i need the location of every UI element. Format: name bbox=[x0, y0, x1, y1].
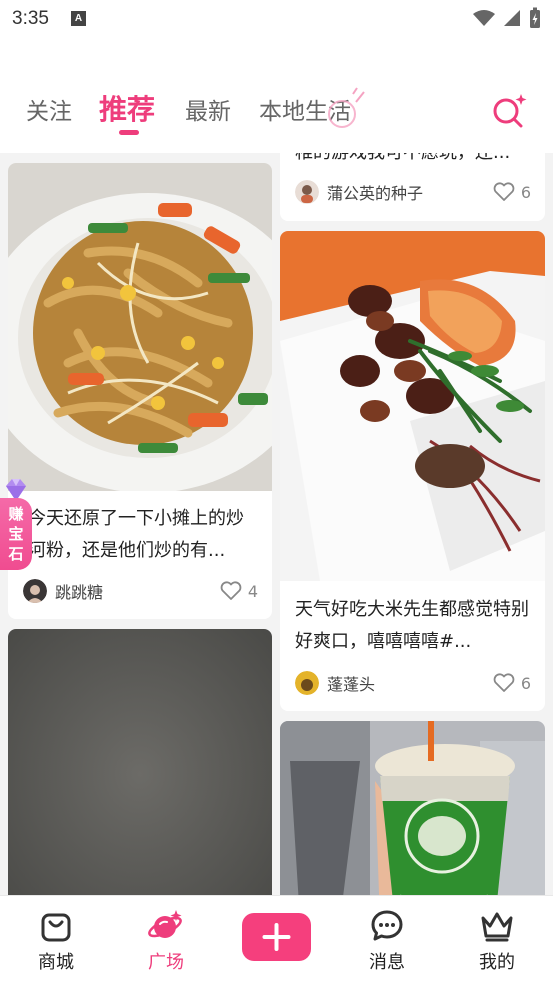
post-card[interactable] bbox=[280, 721, 545, 895]
avatar bbox=[295, 180, 319, 204]
heart-icon bbox=[493, 673, 515, 692]
post-card[interactable]: 稚的游戏我可不愿玩，还... 蒲公英的种子 6 bbox=[280, 153, 545, 221]
post-card[interactable]: 今天还原了一下小摊上的炒河粉，还是他们炒的有... 跳跳糖 4 bbox=[8, 163, 272, 619]
author-name: 蓬蓬头 bbox=[327, 675, 376, 694]
post-title: 稚的游戏我可不愿玩，还... bbox=[295, 153, 531, 169]
active-tab-indicator bbox=[119, 130, 139, 135]
plus-icon bbox=[262, 923, 291, 951]
post-card[interactable]: 天气好吃大米先生都感觉特别好爽口，嘻嘻嘻嘻#... 蓬蓬头 6 bbox=[280, 231, 545, 711]
post-image bbox=[280, 231, 545, 581]
local-life-decoration-icon bbox=[328, 87, 365, 128]
chat-bubble-icon bbox=[371, 910, 403, 941]
nav-label: 消息 bbox=[369, 952, 405, 973]
tab-newest[interactable]: 最新 bbox=[185, 92, 231, 126]
post-card[interactable] bbox=[8, 629, 272, 895]
like-count[interactable]: 6 bbox=[493, 182, 531, 202]
post-image bbox=[8, 629, 272, 895]
nav-item-square[interactable]: 广场 bbox=[136, 908, 196, 974]
post-image bbox=[280, 721, 545, 895]
avatar bbox=[23, 579, 47, 603]
status-icons bbox=[473, 7, 541, 29]
post-feed[interactable]: 稚的游戏我可不愿玩，还... 蒲公英的种子 6 bbox=[0, 153, 553, 895]
post-author[interactable]: 蓬蓬头 bbox=[295, 671, 375, 695]
nav-item-profile[interactable]: 我的 bbox=[467, 908, 527, 974]
post-image bbox=[8, 163, 272, 491]
bottom-nav: 商城 广场 消息 我的 bbox=[0, 895, 553, 984]
top-tab-bar: 关注 推荐 最新 本地生活 bbox=[0, 40, 553, 153]
like-count-value: 6 bbox=[520, 182, 531, 202]
author-name: 跳跳糖 bbox=[55, 583, 104, 602]
heart-icon bbox=[220, 581, 242, 600]
avatar bbox=[295, 671, 319, 695]
post-author[interactable]: 蒲公英的种子 bbox=[295, 180, 423, 204]
app-screen: 3:35 A 关注 推荐 最新 本地生活 稚的游戏我可不愿玩，还... bbox=[0, 0, 553, 984]
nav-label: 我的 bbox=[479, 952, 515, 973]
like-count-value: 4 bbox=[247, 581, 258, 601]
like-count[interactable]: 6 bbox=[493, 673, 531, 693]
post-title: 今天还原了一下小摊上的炒河粉，还是他们炒的有... bbox=[28, 508, 244, 561]
tab-follow[interactable]: 关注 bbox=[26, 92, 72, 126]
like-count-value: 6 bbox=[520, 673, 531, 693]
heart-icon bbox=[493, 182, 515, 201]
status-time: 3:35 bbox=[12, 8, 49, 29]
earn-gems-badge[interactable]: 赚宝石 bbox=[0, 476, 34, 572]
nav-label: 商城 bbox=[38, 952, 74, 973]
like-count[interactable]: 4 bbox=[220, 581, 258, 601]
nav-item-messages[interactable]: 消息 bbox=[357, 908, 417, 974]
planet-icon bbox=[148, 910, 182, 938]
post-author[interactable]: 跳跳糖 bbox=[23, 579, 103, 603]
crown-icon bbox=[481, 912, 513, 942]
search-icon[interactable] bbox=[490, 90, 530, 130]
battery-icon bbox=[530, 7, 540, 28]
notification-icon: A bbox=[71, 11, 86, 26]
status-bar: 3:35 A bbox=[0, 0, 553, 40]
signal-icon bbox=[504, 10, 520, 26]
earn-gems-label: 赚宝石 bbox=[0, 498, 32, 570]
wifi-icon bbox=[473, 10, 495, 26]
nav-item-mall[interactable]: 商城 bbox=[26, 908, 86, 974]
tab-recommend[interactable]: 推荐 bbox=[99, 88, 155, 128]
publish-button[interactable] bbox=[242, 913, 311, 961]
nav-label: 广场 bbox=[148, 952, 184, 973]
post-title: 天气好吃大米先生都感觉特别好爽口，嘻嘻嘻嘻#... bbox=[295, 599, 529, 652]
author-name: 蒲公英的种子 bbox=[327, 184, 424, 203]
shopping-bag-icon bbox=[41, 913, 71, 942]
